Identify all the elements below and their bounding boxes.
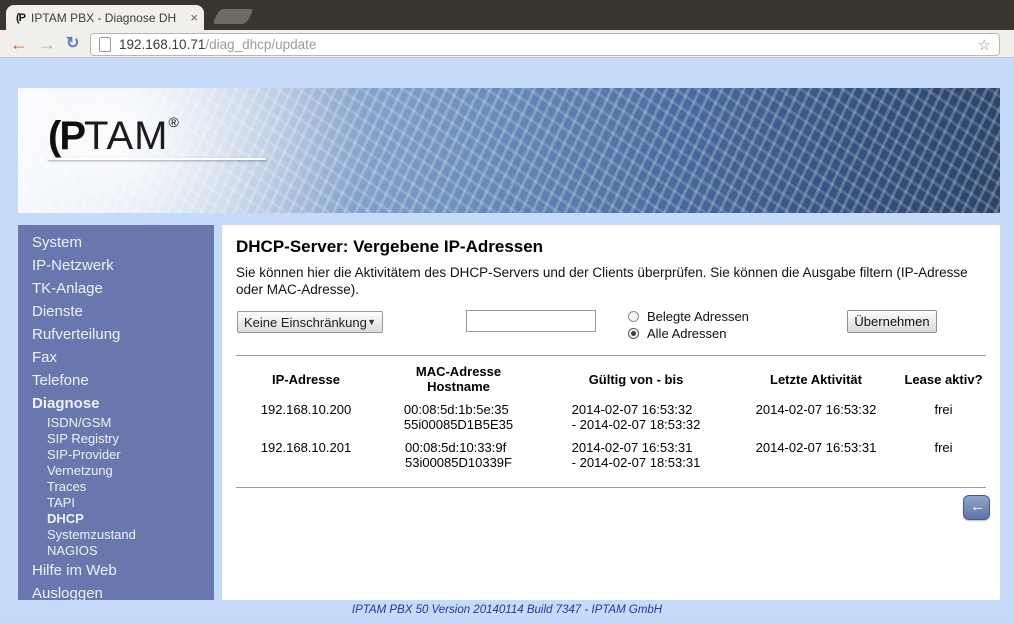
iptam-logo-text: (PTAM® bbox=[48, 114, 179, 158]
table-row: 192.168.10.201 00:08:5d:10:33:9f 53i00085D… bbox=[236, 434, 986, 472]
sidebar-item-tk-anlage[interactable]: TK-Anlage bbox=[18, 277, 214, 300]
page-icon bbox=[99, 37, 111, 52]
table-cell: 192.168.10.201 bbox=[260, 440, 352, 455]
sidebar-item-tapi[interactable]: TAPI bbox=[18, 495, 214, 511]
column-header: Gültig von - bis bbox=[588, 371, 684, 387]
sidebar-item-fax[interactable]: Fax bbox=[18, 346, 214, 369]
radio-belegte-adressen[interactable] bbox=[628, 311, 639, 322]
page-title: DHCP-Server: Vergebene IP-Adressen bbox=[236, 237, 544, 256]
radio-alle-adressen[interactable] bbox=[628, 328, 639, 339]
filter-input[interactable] bbox=[466, 310, 596, 332]
sidebar-item-nagios[interactable]: NAGIOS bbox=[18, 543, 214, 559]
table-cell: 00:08:5d:1b:5e:35 55i00085D1B5E35 bbox=[403, 402, 514, 432]
footer-text: IPTAM PBX 50 Version 20140114 Build 7347… bbox=[351, 604, 663, 616]
footer: IPTAM PBX 50 Version 20140114 Build 7347… bbox=[0, 600, 1014, 623]
back-button-row: ← bbox=[236, 495, 990, 520]
browser-tab[interactable]: (P IPTAM PBX - Diagnose DH × bbox=[6, 5, 204, 30]
table-cell: 2014-02-07 16:53:31- 2014-02-07 18:53:31 bbox=[571, 440, 701, 470]
sidebar-item-traces[interactable]: Traces bbox=[18, 479, 214, 495]
table-cell: 2014-02-07 16:53:32- 2014-02-07 18:53:32 bbox=[571, 402, 701, 432]
table-cell: frei bbox=[934, 402, 953, 417]
column-header: IP-Adresse bbox=[272, 371, 340, 387]
sidebar-item-system[interactable]: System bbox=[18, 231, 214, 254]
browser-window: (P IPTAM PBX - Diagnose DH × ← → ↻ 192.1… bbox=[0, 0, 1014, 623]
header-banner: (PTAM® bbox=[18, 88, 1000, 213]
sidebar-item-sip-registry[interactable]: SIP Registry bbox=[18, 431, 214, 447]
table-cell: frei bbox=[934, 440, 953, 455]
filter-row: Keine Einschränkung ▼ Belegte Adressen Al… bbox=[236, 307, 986, 351]
url-path: /diag_dhcp/update bbox=[205, 37, 317, 52]
tab-title: IPTAM PBX - Diagnose DH bbox=[31, 10, 177, 25]
radio-group: Belegte Adressen Alle Adressen bbox=[628, 308, 749, 342]
sidebar-item-dienste[interactable]: Dienste bbox=[18, 300, 214, 323]
back-button[interactable]: ← bbox=[963, 495, 990, 520]
sidebar: System IP-Netzwerk TK-Anlage Dienste Rufvert… bbox=[18, 225, 214, 600]
filter-dropdown-value: Keine Einschränkung bbox=[244, 314, 367, 330]
table-cell: 2014-02-07 16:53:32 bbox=[755, 402, 877, 417]
dhcp-table: IP-Adresse MAC-Adresse Hostname Gültig von … bbox=[236, 360, 986, 472]
sidebar-item-diagnose[interactable]: Diagnose bbox=[18, 392, 214, 415]
back-icon[interactable]: ← bbox=[10, 31, 28, 57]
column-header: Letzte Aktivität bbox=[770, 371, 862, 387]
url-text[interactable]: 192.168.10.71/diag_dhcp/update bbox=[119, 37, 972, 52]
logo-underline bbox=[48, 158, 266, 160]
dhcp-table-body: 192.168.10.200 00:08:5d:1b:5e:35 55i00085D… bbox=[236, 396, 986, 472]
sidebar-item-ip-netzwerk[interactable]: IP-Netzwerk bbox=[18, 254, 214, 277]
sidebar-item-ausloggen[interactable]: Ausloggen bbox=[18, 582, 214, 600]
tab-strip: (P IPTAM PBX - Diagnose DH × bbox=[0, 0, 1014, 30]
table-cell: 00:08:5d:10:33:9f 53i00085D10339F bbox=[405, 440, 512, 470]
favicon-icon: (P bbox=[16, 11, 26, 24]
sidebar-item-isdn-gsm[interactable]: ISDN/GSM bbox=[18, 415, 214, 431]
column-header: MAC-Adresse Hostname bbox=[415, 364, 502, 394]
uebernehmen-button[interactable]: Übernehmen bbox=[847, 310, 937, 333]
main-content: DHCP-Server: Vergebene IP-Adressen Sie k… bbox=[222, 225, 1000, 600]
sidebar-item-rufverteilung[interactable]: Rufverteilung bbox=[18, 323, 214, 346]
page-description: Sie können hier die Aktivitätem des DHCP… bbox=[236, 265, 968, 297]
url-bar[interactable]: 192.168.10.71/diag_dhcp/update ☆ bbox=[90, 33, 1000, 56]
table-row: 192.168.10.200 00:08:5d:1b:5e:35 55i00085D… bbox=[236, 396, 986, 434]
url-host: 192.168.10.71 bbox=[119, 37, 206, 52]
dhcp-table-head: IP-Adresse MAC-Adresse Hostname Gültig von … bbox=[236, 360, 986, 396]
divider bbox=[236, 487, 986, 488]
new-tab-button[interactable] bbox=[212, 9, 254, 24]
table-cell: 192.168.10.200 bbox=[260, 402, 352, 417]
radio-label: Belegte Adressen bbox=[647, 309, 749, 324]
sidebar-item-systemzustand[interactable]: Systemzustand bbox=[18, 527, 214, 543]
filter-dropdown[interactable]: Keine Einschränkung ▼ bbox=[237, 311, 383, 333]
column-header: Lease aktiv? bbox=[904, 371, 983, 387]
browser-toolbar: ← → ↻ 192.168.10.71/diag_dhcp/update ☆ bbox=[0, 30, 1014, 58]
divider bbox=[236, 355, 986, 356]
tab-close-icon[interactable]: × bbox=[190, 10, 198, 25]
chevron-down-icon: ▼ bbox=[367, 317, 376, 327]
radio-label: Alle Adressen bbox=[647, 326, 727, 341]
sidebar-item-dhcp[interactable]: DHCP bbox=[18, 511, 214, 527]
sidebar-item-hilfe-im-web[interactable]: Hilfe im Web bbox=[18, 559, 214, 582]
sidebar-item-vernetzung[interactable]: Vernetzung bbox=[18, 463, 214, 479]
bookmark-star-icon[interactable]: ☆ bbox=[978, 36, 991, 54]
table-cell: 2014-02-07 16:53:31 bbox=[755, 440, 877, 455]
reload-icon[interactable]: ↻ bbox=[66, 31, 79, 57]
sidebar-item-telefone[interactable]: Telefone bbox=[18, 369, 214, 392]
sidebar-item-sip-provider[interactable]: SIP-Provider bbox=[18, 447, 214, 463]
forward-icon[interactable]: → bbox=[38, 31, 56, 57]
arrow-left-icon: ← bbox=[970, 498, 985, 515]
iptam-logo: (PTAM® bbox=[48, 101, 266, 160]
